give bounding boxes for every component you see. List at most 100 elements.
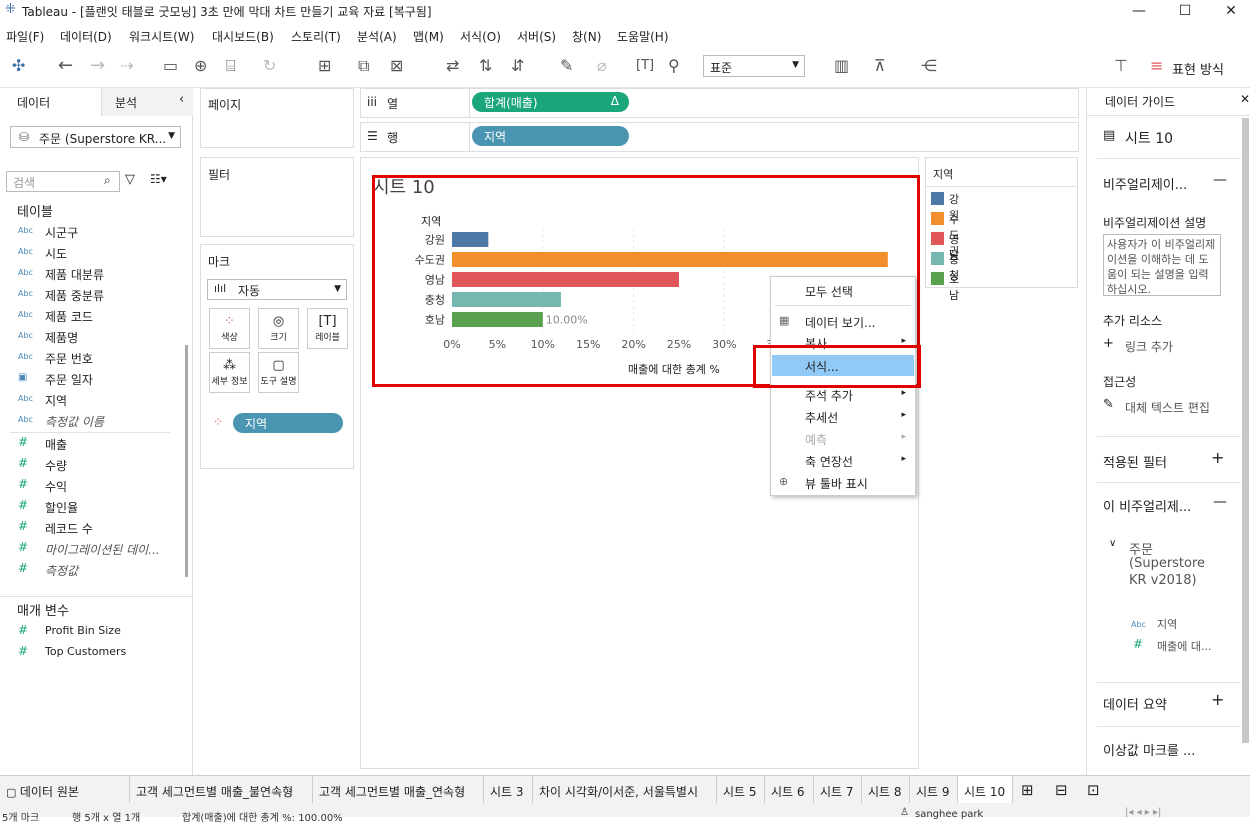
show-me-icon[interactable]: ≡ bbox=[1150, 56, 1163, 76]
tab-sheet-active[interactable]: 시트 10 bbox=[958, 776, 1013, 804]
measure-field[interactable]: # 측정값 bbox=[0, 560, 175, 581]
menu-dashboard[interactable]: 대시보드(B) bbox=[212, 28, 274, 45]
filter-icon[interactable]: ▽ bbox=[125, 172, 135, 187]
tableau-home-icon[interactable]: ✣ bbox=[12, 56, 25, 76]
mark-type-select[interactable]: ılıl 자동 ▼ bbox=[207, 279, 347, 300]
label-button[interactable]: [T] 레이블 bbox=[307, 308, 348, 349]
datasource-icon[interactable]: ⌸ bbox=[226, 56, 236, 76]
rows-pill-region[interactable]: 지역 bbox=[472, 126, 629, 146]
measure-field[interactable]: # 수익 bbox=[0, 476, 175, 497]
show-me-button[interactable]: 표현 방식 bbox=[1172, 59, 1224, 78]
maximize-button[interactable]: ☐ bbox=[1162, 0, 1208, 22]
fit-select[interactable]: 표준 ▼ bbox=[703, 55, 805, 77]
parameter-field[interactable]: # Profit Bin Size bbox=[0, 622, 175, 643]
mark-pill-region[interactable]: 지역 bbox=[233, 413, 343, 433]
sort-descending-icon[interactable]: ⇵ bbox=[511, 56, 524, 76]
measure-field[interactable]: # 할인율 bbox=[0, 497, 175, 518]
new-worksheet-icon[interactable]: ⊞ bbox=[1021, 781, 1034, 799]
menu-map[interactable]: 맵(M) bbox=[413, 28, 444, 45]
undo-icon[interactable]: ← bbox=[58, 56, 73, 76]
dimension-field[interactable]: Abc 제품 대분류 bbox=[0, 264, 175, 285]
columns-pill-sum-sales[interactable]: 합계(매출) Δ bbox=[472, 92, 629, 112]
close-button[interactable]: ✕ bbox=[1208, 0, 1250, 22]
new-story-icon[interactable]: ⊡ bbox=[1087, 781, 1100, 799]
measure-field[interactable]: # 레코드 수 bbox=[0, 518, 175, 539]
plus-icon[interactable]: + bbox=[1103, 336, 1114, 351]
dimension-field[interactable]: Abc 시도 bbox=[0, 243, 175, 264]
chevron-down-icon[interactable]: ∨ bbox=[1109, 538, 1116, 549]
menu-item-view-data[interactable]: ▦ 데이터 보기... bbox=[772, 311, 914, 332]
highlight-icon[interactable]: ✎ bbox=[560, 56, 573, 76]
show-cards-icon[interactable]: ▥ bbox=[834, 56, 849, 76]
measure-field[interactable]: # 마이그레이션된 데이... bbox=[0, 539, 175, 560]
group-icon[interactable]: ⌀ bbox=[597, 56, 607, 76]
menu-format[interactable]: 서식(O) bbox=[460, 28, 501, 45]
dimension-field[interactable]: Abc 제품명 bbox=[0, 327, 175, 348]
columns-shelf[interactable]: iii 열 합계(매출) Δ bbox=[360, 88, 1079, 118]
viz-description-input[interactable]: 사용자가 이 비주얼리제이션을 이해하는 데 도움이 되는 설명을 입력하십시오… bbox=[1103, 234, 1221, 296]
pages-card[interactable]: 페이지 bbox=[200, 88, 354, 148]
filters-card[interactable]: 필터 bbox=[200, 157, 354, 237]
view-options-icon[interactable]: ☷▾ bbox=[150, 172, 167, 186]
tab-sheet[interactable]: 시트 5 bbox=[717, 776, 765, 804]
tab-sheet[interactable]: 시트 6 bbox=[765, 776, 814, 804]
add-link-button[interactable]: 링크 추가 bbox=[1125, 338, 1173, 355]
close-icon[interactable]: ✕ bbox=[1240, 92, 1250, 106]
menu-item-trendline[interactable]: 추세선 ▸ bbox=[772, 406, 914, 427]
collapse-section-icon[interactable]: — bbox=[1213, 172, 1227, 188]
menu-analysis[interactable]: 분석(A) bbox=[357, 28, 397, 45]
dimension-field[interactable]: Abc 측정값 이름 bbox=[0, 411, 175, 432]
parameter-field[interactable]: # Top Customers bbox=[0, 643, 175, 664]
this-viz-title[interactable]: 이 비주얼리제... bbox=[1103, 496, 1191, 515]
replay-icon[interactable]: ⇢ bbox=[120, 56, 133, 76]
color-legend[interactable]: 지역 강원 수도권 영남 충청 호남 bbox=[925, 157, 1078, 302]
new-worksheet-icon[interactable]: ⊞ bbox=[318, 56, 331, 76]
alt-text-button[interactable]: 대체 텍스트 편집 bbox=[1125, 399, 1210, 416]
menu-item-show-view-toolbar[interactable]: ⊕ 뷰 툴바 표시 bbox=[772, 472, 914, 493]
refresh-icon[interactable]: ↻ bbox=[263, 56, 276, 76]
tab-sheet[interactable]: 시트 8 bbox=[862, 776, 910, 804]
dimension-field[interactable]: Abc 제품 중분류 bbox=[0, 285, 175, 306]
datasource-select[interactable]: ⛁ 주문 (Superstore KR... ▼ bbox=[10, 126, 181, 148]
menu-item-select-all[interactable]: 모두 선택 bbox=[772, 280, 914, 301]
presentation-icon[interactable]: ⊼ bbox=[874, 56, 886, 76]
pencil-icon[interactable]: ✎ bbox=[1103, 397, 1114, 412]
scrollbar-thumb[interactable] bbox=[185, 345, 188, 577]
collapse-icon[interactable]: ‹ bbox=[179, 92, 184, 107]
dimension-field[interactable]: Abc 지역 bbox=[0, 390, 175, 411]
tooltip-button[interactable]: ▢ 도구 설명 bbox=[258, 352, 299, 393]
menu-item-reference-line[interactable]: 축 연장선 ▸ bbox=[772, 450, 914, 471]
rows-shelf[interactable]: ☰ 행 지역 bbox=[360, 122, 1079, 152]
sort-ascending-icon[interactable]: ⇅ bbox=[479, 56, 492, 76]
tab-sheet[interactable]: 고객 세그먼트별 매출_연속형 bbox=[313, 776, 484, 804]
measure-field[interactable]: # 매출 bbox=[0, 434, 175, 455]
tab-analysis[interactable]: 분석 ‹ bbox=[101, 88, 193, 116]
clear-sheet-icon[interactable]: ⊠ bbox=[390, 56, 403, 76]
viz-section-title[interactable]: 비주얼리제이... bbox=[1103, 174, 1187, 193]
field-search-input[interactable]: 검색 ⌕ bbox=[6, 171, 120, 192]
menu-file[interactable]: 파일(F) bbox=[6, 28, 44, 45]
dimension-field[interactable]: ▣ 주문 일자 bbox=[0, 369, 175, 390]
menu-help[interactable]: 도움말(H) bbox=[617, 28, 669, 45]
minimize-button[interactable]: — bbox=[1116, 0, 1162, 22]
status-user[interactable]: sanghee park bbox=[915, 809, 983, 820]
applied-filters-title[interactable]: 적용된 필터 bbox=[1103, 452, 1167, 471]
save-icon[interactable]: ▭ bbox=[163, 56, 178, 76]
redo-icon[interactable]: → bbox=[90, 56, 105, 76]
color-button[interactable]: ⁘ 색상 bbox=[209, 308, 250, 349]
pin-icon[interactable]: ⚲ bbox=[668, 56, 680, 76]
measure-field[interactable]: # 수량 bbox=[0, 455, 175, 476]
tab-sheet[interactable]: 시트 9 bbox=[910, 776, 958, 804]
size-button[interactable]: ◎ 크기 bbox=[258, 308, 299, 349]
format-painter-icon[interactable]: ⊤ bbox=[1114, 56, 1128, 76]
collapse-section-icon[interactable]: — bbox=[1213, 494, 1227, 510]
tab-sheet[interactable]: 차이 시각화/이서준, 서울특별시 bbox=[533, 776, 717, 804]
share-icon[interactable]: ⋲ bbox=[921, 56, 937, 76]
plus-icon[interactable]: + bbox=[1211, 448, 1224, 467]
tab-datasource[interactable]: ▢ 데이터 원본 bbox=[0, 776, 130, 804]
new-datasource-icon[interactable]: ⊕ bbox=[194, 56, 207, 76]
swap-icon[interactable]: ⇄ bbox=[446, 56, 459, 76]
dimension-field[interactable]: Abc 주문 번호 bbox=[0, 348, 175, 369]
new-dashboard-icon[interactable]: ⊟ bbox=[1055, 781, 1068, 799]
pagination-icon[interactable]: |◂ ◂ ▸ ▸| bbox=[1125, 807, 1161, 818]
